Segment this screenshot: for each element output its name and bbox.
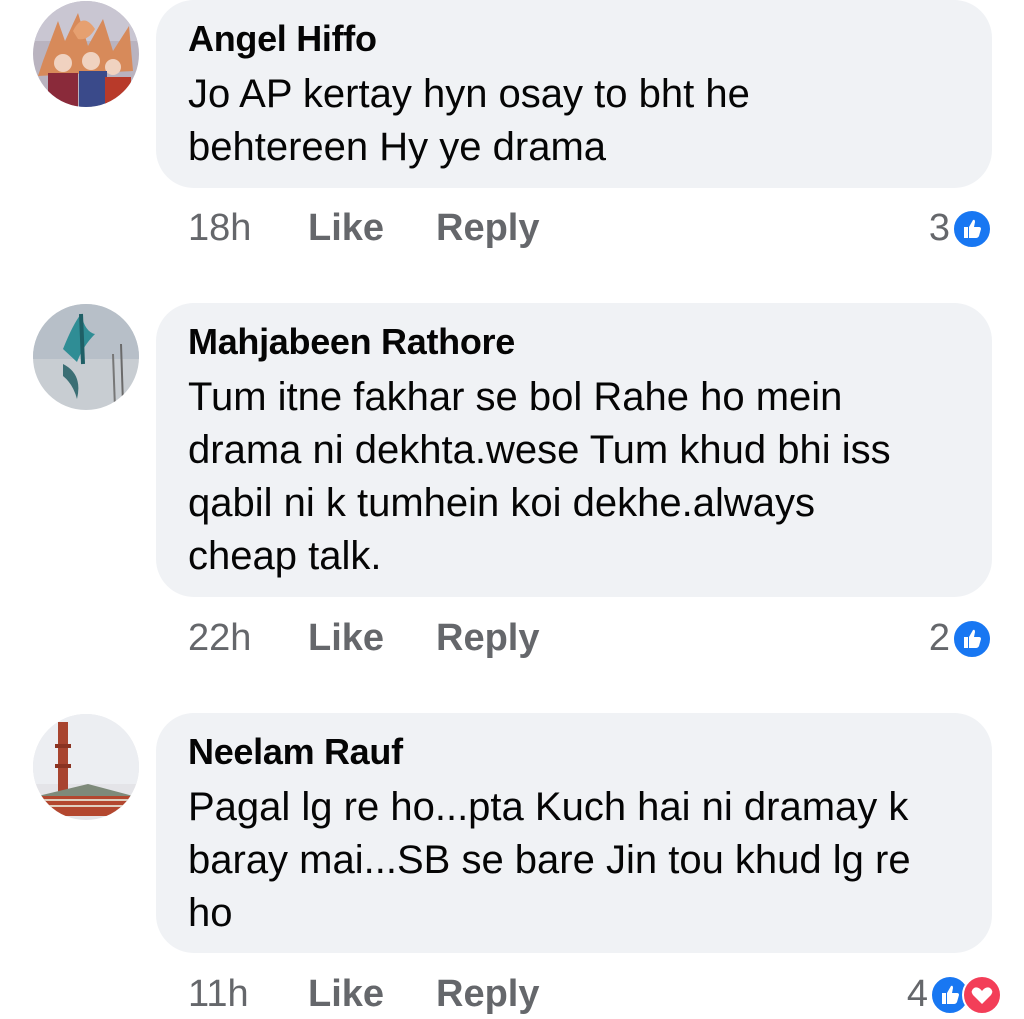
love-reaction-icon: [962, 975, 1002, 1015]
reply-button[interactable]: Reply: [436, 203, 539, 253]
avatar[interactable]: [33, 714, 139, 820]
comment-text: Jo AP kertay hyn osay to bht he behteree…: [188, 72, 750, 169]
like-button[interactable]: Like: [308, 969, 384, 1019]
comment-actions: 22h Like Reply 2: [188, 613, 994, 663]
comment-bubble: Angel Hiffo Jo AP kertay hyn osay to bht…: [156, 0, 992, 188]
like-button[interactable]: Like: [308, 203, 384, 253]
reaction-count[interactable]: 4: [907, 969, 928, 1019]
like-button[interactable]: Like: [308, 613, 384, 663]
comment-actions: 11h Like Reply 4: [188, 969, 1002, 1019]
comment-author[interactable]: Mahjabeen Rathore: [188, 319, 960, 365]
comment-author[interactable]: Neelam Rauf: [188, 729, 960, 775]
comment-author[interactable]: Angel Hiffo: [188, 16, 960, 62]
comment-timestamp[interactable]: 11h: [188, 969, 249, 1019]
avatar[interactable]: [33, 1, 139, 107]
comment-text: Pagal lg re ho...pta Kuch hai ni dramay …: [188, 785, 911, 935]
reply-button[interactable]: Reply: [436, 969, 539, 1019]
comment-bubble: Neelam Rauf Pagal lg re ho...pta Kuch ha…: [156, 713, 992, 953]
comment-timestamp[interactable]: 22h: [188, 613, 251, 663]
like-reaction-icon: [952, 209, 992, 249]
like-reaction-icon: [952, 619, 992, 659]
reaction-count[interactable]: 3: [929, 203, 950, 253]
comment-timestamp[interactable]: 18h: [188, 203, 251, 253]
comment-actions: 18h Like Reply 3: [188, 203, 994, 253]
reaction-count[interactable]: 2: [929, 613, 950, 663]
comment-bubble: Mahjabeen Rathore Tum itne fakhar se bol…: [156, 303, 992, 597]
reply-button[interactable]: Reply: [436, 613, 539, 663]
comment-text: Tum itne fakhar se bol Rahe ho mein dram…: [188, 375, 891, 578]
avatar[interactable]: [33, 304, 139, 410]
